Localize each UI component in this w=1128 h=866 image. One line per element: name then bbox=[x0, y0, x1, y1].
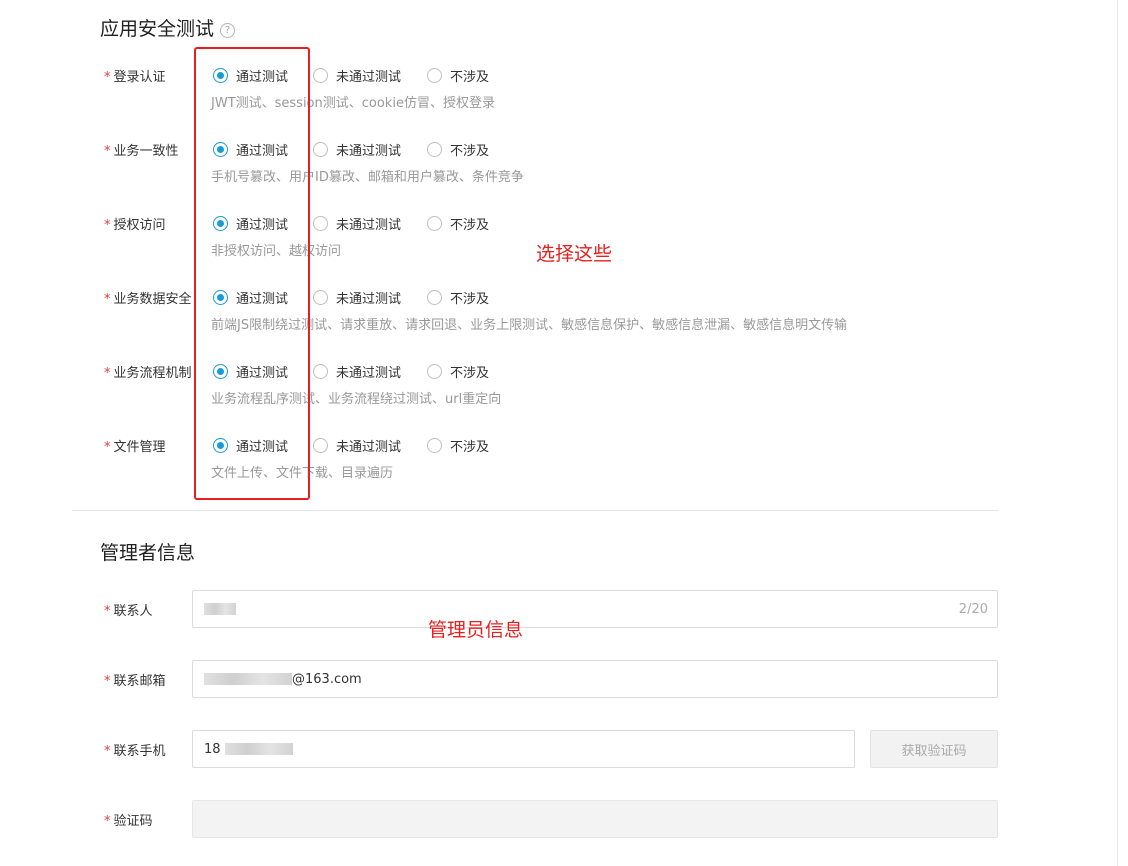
radio-option[interactable]: 不涉及 bbox=[427, 288, 489, 307]
test-row: * 业务一致性 通过测试 未通过测试 不涉及 手机号篡改、用户ID篡改、邮箱和用户篡改、条… bbox=[0, 140, 1000, 200]
radio-unchecked-icon[interactable] bbox=[427, 142, 442, 157]
security-section-title: 应用安全测试? bbox=[100, 14, 236, 41]
help-icon[interactable]: ? bbox=[220, 23, 236, 38]
contact-email-label: * 联系邮箱 bbox=[104, 670, 166, 689]
annotation-admin-info: 管理员信息 bbox=[428, 619, 524, 641]
required-mark: * bbox=[104, 674, 111, 689]
contact-email-label-text: 联系邮箱 bbox=[113, 674, 166, 689]
test-row: * 业务流程机制 通过测试 未通过测试 不涉及 业务流程乱序测试、业务流程绕过测试、url… bbox=[0, 362, 1000, 422]
redacted-name bbox=[204, 603, 236, 615]
contact-phone-label-text: 联系手机 bbox=[113, 744, 166, 759]
test-row-label: * 登录认证 bbox=[104, 66, 196, 85]
radio-option[interactable]: 未通过测试 bbox=[313, 362, 401, 381]
required-mark: * bbox=[104, 70, 111, 85]
radio-unchecked-icon[interactable] bbox=[313, 68, 328, 83]
test-row-label: * 业务流程机制 bbox=[104, 362, 196, 381]
required-mark: * bbox=[104, 814, 111, 829]
verify-code-label: * 验证码 bbox=[104, 810, 153, 829]
radio-unchecked-icon[interactable] bbox=[427, 216, 442, 231]
radio-unchecked-icon[interactable] bbox=[313, 364, 328, 379]
radio-option[interactable]: 不涉及 bbox=[427, 362, 489, 381]
radio-option[interactable]: 不涉及 bbox=[427, 214, 489, 233]
radio-option[interactable]: 未通过测试 bbox=[313, 140, 401, 159]
test-row-label-text: 业务数据安全 bbox=[113, 292, 192, 307]
radio-option-label: 不涉及 bbox=[450, 218, 490, 233]
test-row: * 业务数据安全 通过测试 未通过测试 不涉及 前端JS限制绕过测试、请求重放、请求回退、… bbox=[0, 288, 1000, 348]
test-row: * 登录认证 通过测试 未通过测试 不涉及 JWT测试、session测试、cookie仿… bbox=[0, 66, 1000, 126]
radio-option-label: 不涉及 bbox=[450, 440, 490, 455]
radio-option-label: 不涉及 bbox=[450, 144, 490, 159]
redacted-email bbox=[204, 673, 292, 685]
radio-option-label: 不涉及 bbox=[450, 292, 490, 307]
required-mark: * bbox=[104, 292, 111, 307]
required-mark: * bbox=[104, 604, 111, 619]
test-row-label-text: 登录认证 bbox=[113, 70, 166, 85]
radio-option-label: 不涉及 bbox=[450, 366, 490, 381]
annotation-highlight-box bbox=[194, 47, 310, 500]
radio-option[interactable]: 不涉及 bbox=[427, 436, 489, 455]
radio-option-label: 未通过测试 bbox=[336, 144, 402, 159]
contact-phone-label: * 联系手机 bbox=[104, 740, 166, 759]
contact-name-input[interactable]: 2/20 bbox=[192, 590, 998, 628]
radio-option[interactable]: 未通过测试 bbox=[313, 288, 401, 307]
radio-option-label: 未通过测试 bbox=[336, 292, 402, 307]
test-row: * 文件管理 通过测试 未通过测试 不涉及 文件上传、文件下载、目录遍历 bbox=[0, 436, 1000, 496]
security-title-text: 应用安全测试 bbox=[100, 18, 215, 40]
test-row-label-text: 业务一致性 bbox=[113, 144, 179, 159]
radio-unchecked-icon[interactable] bbox=[427, 68, 442, 83]
test-row-label: * 文件管理 bbox=[104, 436, 196, 455]
contact-email-input[interactable]: @163.com bbox=[192, 660, 998, 698]
required-mark: * bbox=[104, 440, 111, 455]
radio-option[interactable]: 不涉及 bbox=[427, 140, 489, 159]
radio-option-label: 不涉及 bbox=[450, 70, 490, 85]
annotation-select-these: 选择这些 bbox=[536, 243, 613, 265]
test-row-label: * 授权访问 bbox=[104, 214, 196, 233]
admin-section-title: 管理者信息 bbox=[100, 542, 196, 564]
test-row-label-text: 文件管理 bbox=[113, 440, 166, 455]
verify-code-input[interactable] bbox=[192, 800, 998, 838]
radio-option[interactable]: 未通过测试 bbox=[313, 66, 401, 85]
radio-option[interactable]: 不涉及 bbox=[427, 66, 489, 85]
contact-phone-input[interactable]: 18 bbox=[192, 730, 855, 768]
redacted-phone bbox=[224, 743, 293, 755]
test-row-label: * 业务数据安全 bbox=[104, 288, 196, 307]
required-mark: * bbox=[104, 144, 111, 159]
required-mark: * bbox=[104, 744, 111, 759]
required-mark: * bbox=[104, 366, 111, 381]
contact-name-label-text: 联系人 bbox=[113, 604, 153, 619]
test-row-label-text: 业务流程机制 bbox=[113, 366, 192, 381]
radio-unchecked-icon[interactable] bbox=[313, 290, 328, 305]
radio-option-label: 未通过测试 bbox=[336, 218, 402, 233]
contact-name-counter: 2/20 bbox=[958, 602, 988, 617]
test-row-label-text: 授权访问 bbox=[113, 218, 166, 233]
get-verify-code-button[interactable]: 获取验证码 bbox=[870, 730, 998, 768]
radio-unchecked-icon[interactable] bbox=[427, 290, 442, 305]
verify-code-label-text: 验证码 bbox=[113, 814, 153, 829]
required-mark: * bbox=[104, 218, 111, 233]
radio-option-label: 未通过测试 bbox=[336, 70, 402, 85]
email-domain: @163.com bbox=[292, 671, 362, 687]
radio-unchecked-icon[interactable] bbox=[313, 216, 328, 231]
radio-unchecked-icon[interactable] bbox=[427, 364, 442, 379]
section-divider bbox=[72, 510, 998, 511]
radio-option[interactable]: 未通过测试 bbox=[313, 436, 401, 455]
radio-option-label: 未通过测试 bbox=[336, 366, 402, 381]
radio-option-label: 未通过测试 bbox=[336, 440, 402, 455]
radio-unchecked-icon[interactable] bbox=[427, 438, 442, 453]
contact-name-label: * 联系人 bbox=[104, 600, 153, 619]
radio-unchecked-icon[interactable] bbox=[313, 142, 328, 157]
phone-prefix: 18 bbox=[204, 741, 221, 757]
test-row-label: * 业务一致性 bbox=[104, 140, 196, 159]
radio-option[interactable]: 未通过测试 bbox=[313, 214, 401, 233]
test-row: * 授权访问 通过测试 未通过测试 不涉及 非授权访问、越权访问 bbox=[0, 214, 1000, 274]
page-right-border bbox=[1117, 0, 1118, 866]
radio-unchecked-icon[interactable] bbox=[313, 438, 328, 453]
